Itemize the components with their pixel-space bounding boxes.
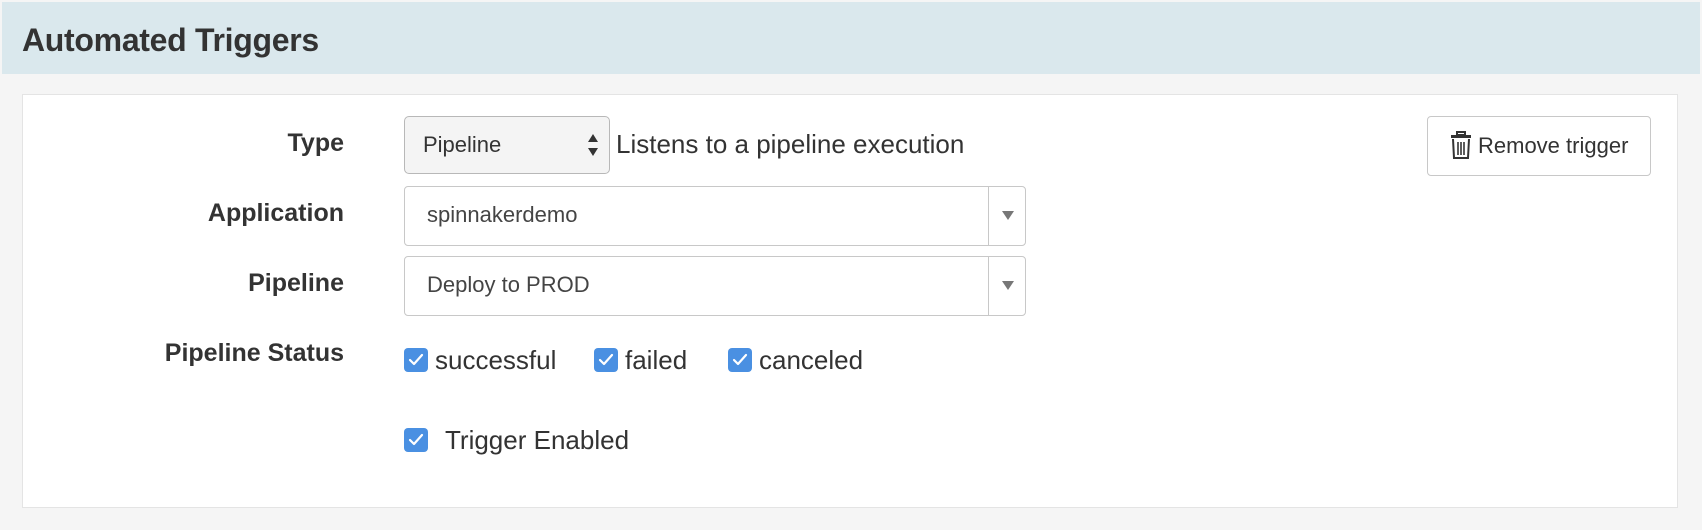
status-canceled-checkbox[interactable] [728,348,752,372]
status-successful-checkbox[interactable] [404,348,428,372]
pipeline-select[interactable]: Deploy to PROD [404,256,1026,316]
application-select-value: spinnakerdemo [427,202,578,227]
status-canceled-label[interactable]: canceled [759,345,863,376]
select-arrows-icon [588,134,598,156]
type-select[interactable]: Pipeline [404,116,610,174]
pipeline-label: Pipeline [248,269,344,297]
section-header: Automated Triggers [2,2,1700,74]
trigger-enabled-label[interactable]: Trigger Enabled [445,425,629,456]
section-title: Automated Triggers [22,22,319,58]
caret-down-icon [1002,211,1014,220]
status-failed-checkbox[interactable] [594,348,618,372]
remove-trigger-button[interactable]: Remove trigger [1427,116,1651,176]
check-icon [732,353,748,366]
application-select[interactable]: spinnakerdemo [404,186,1026,246]
remove-trigger-label: Remove trigger [1478,133,1629,158]
type-description: Listens to a pipeline execution [616,129,965,159]
trigger-enabled-checkbox[interactable] [404,428,428,452]
check-icon [408,353,424,366]
check-icon [408,433,424,446]
status-successful-label[interactable]: successful [435,345,556,376]
pipeline-select-value: Deploy to PROD [427,272,590,297]
combo-divider [988,187,989,245]
pipeline-status-label: Pipeline Status [164,339,344,367]
trash-icon [1451,131,1471,159]
type-label: Type [287,129,345,157]
caret-down-icon [1002,281,1014,290]
application-label: Application [207,199,344,227]
status-failed-label[interactable]: failed [625,345,687,376]
check-icon [598,353,614,366]
combo-divider [988,257,989,315]
type-select-value: Pipeline [423,132,502,157]
